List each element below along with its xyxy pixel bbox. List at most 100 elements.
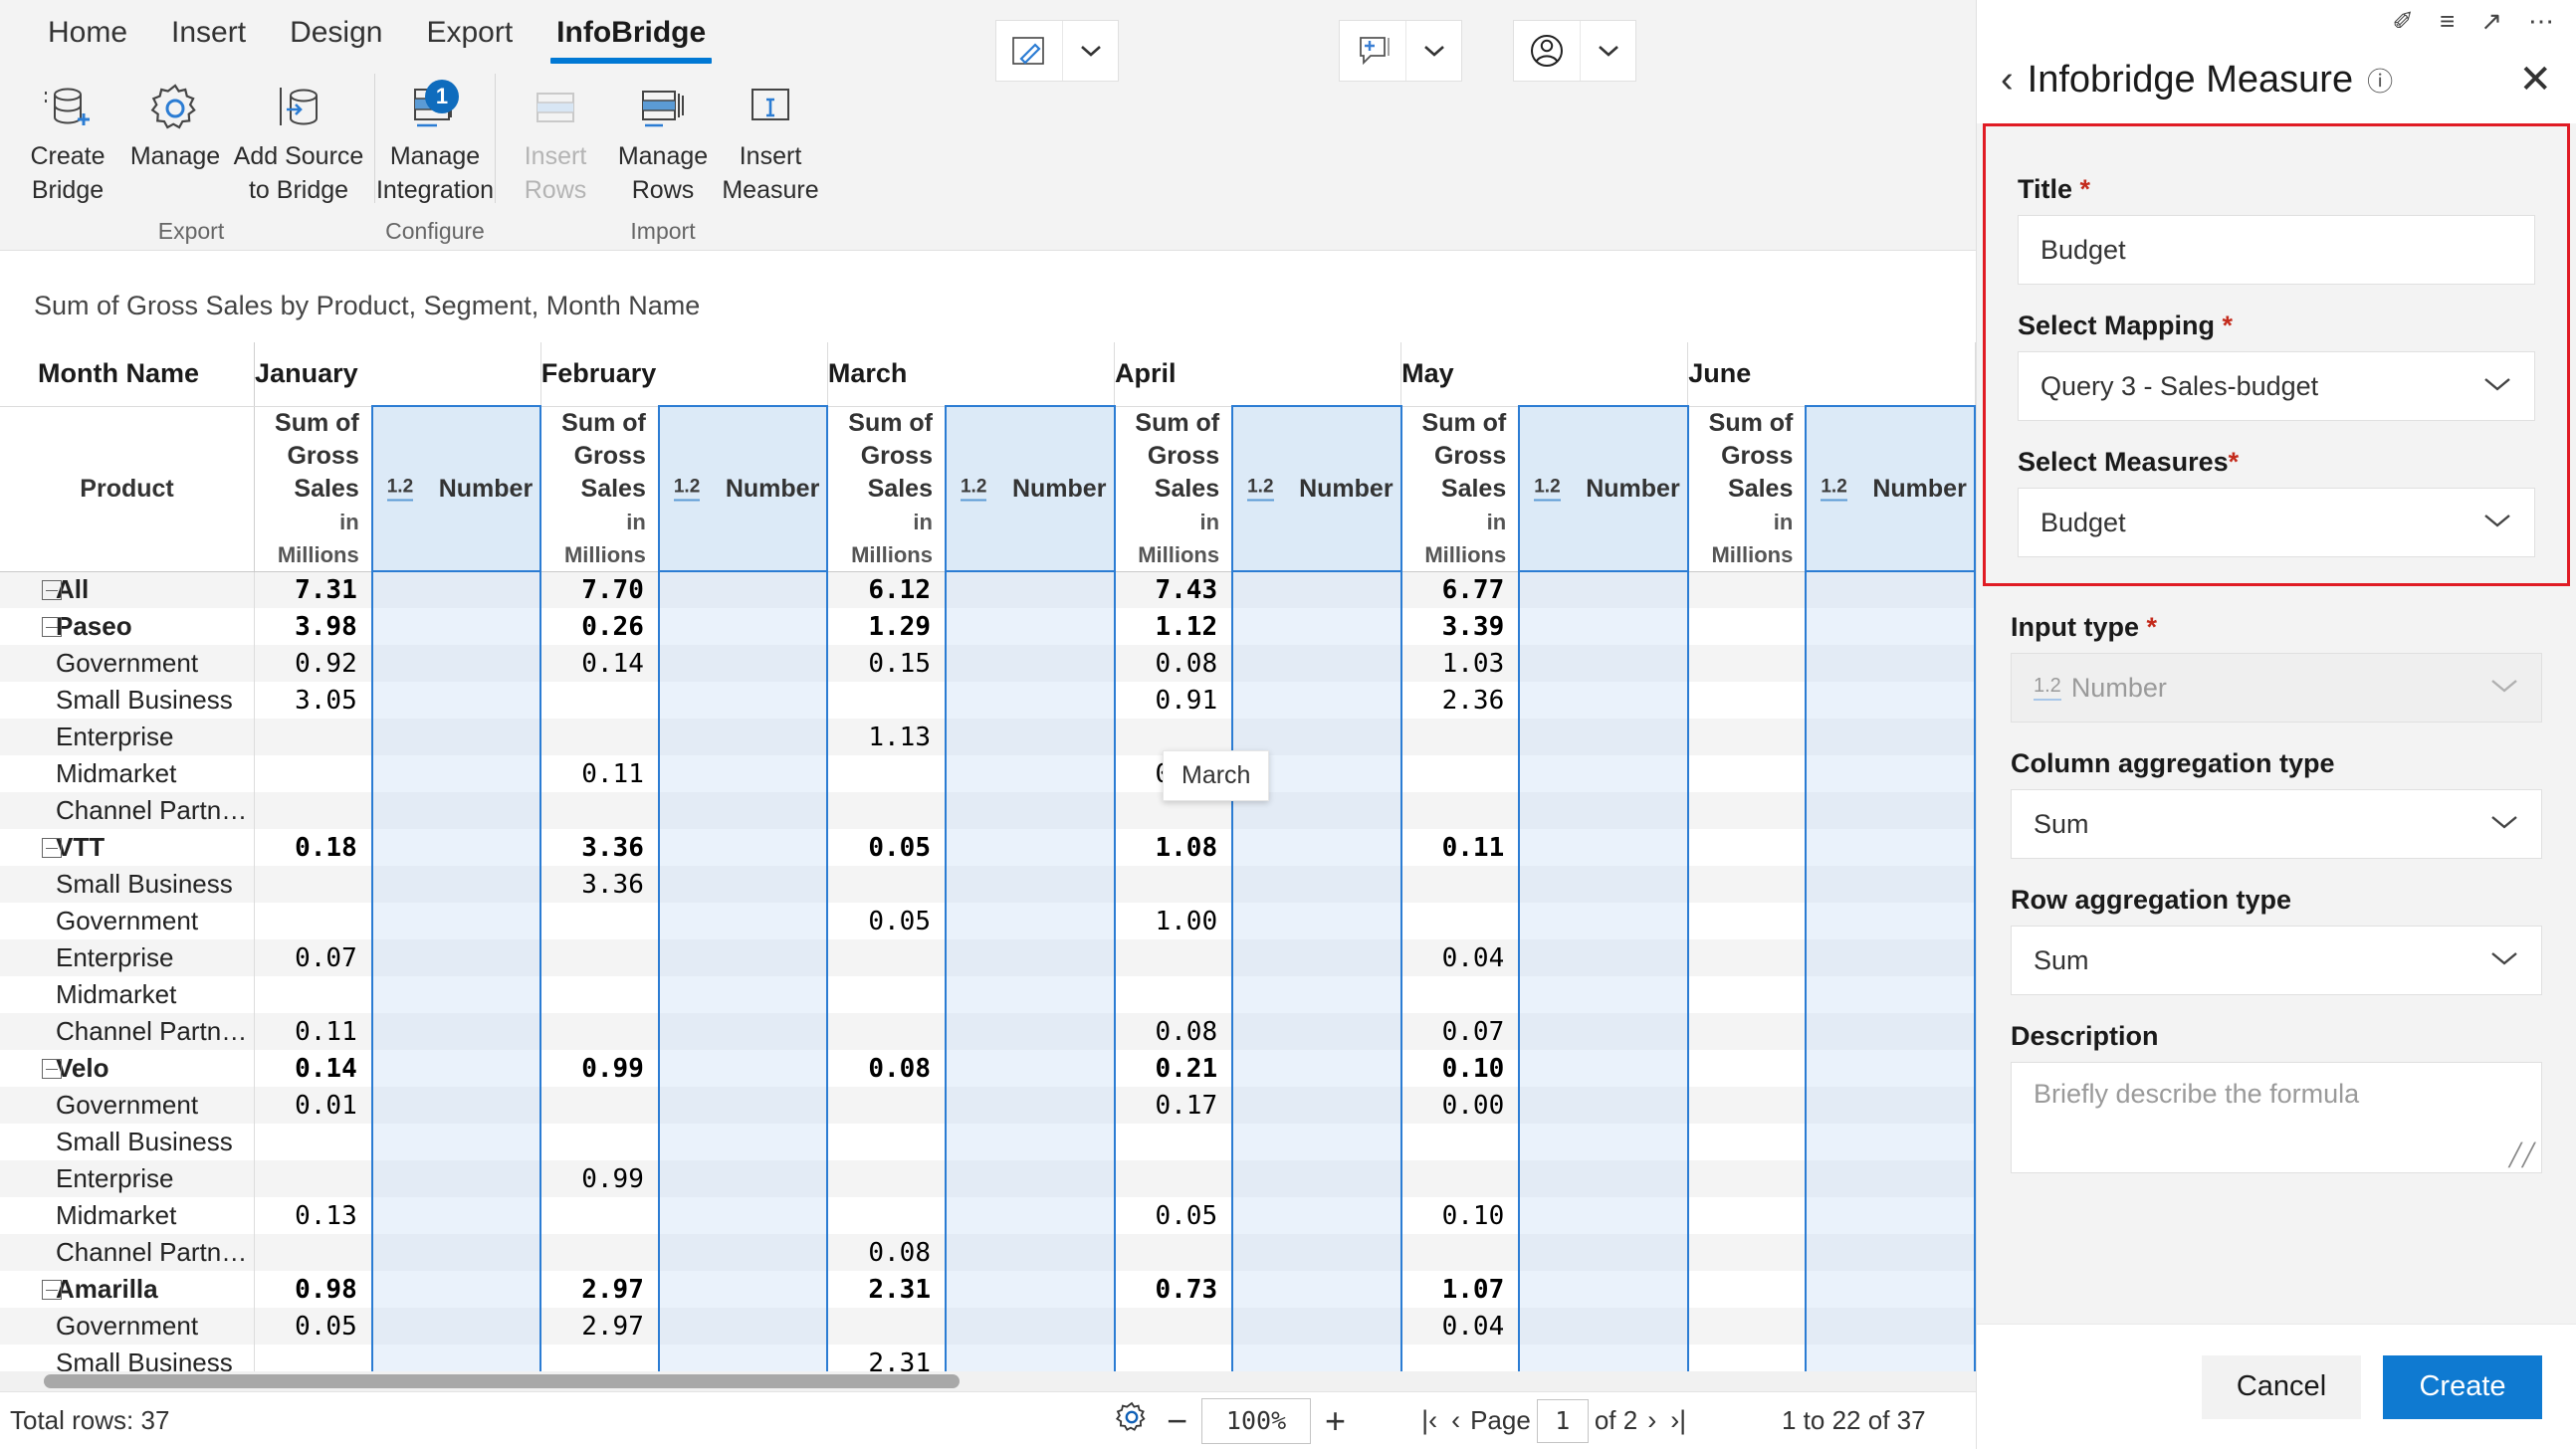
table-row[interactable]: Government 0.05 2.97 0.04 xyxy=(0,1308,1976,1345)
cell-inserted-measure[interactable] xyxy=(1231,829,1402,866)
cell-inserted-measure[interactable] xyxy=(1805,1197,1976,1234)
cell-value[interactable] xyxy=(540,1087,660,1124)
cell-inserted-measure[interactable] xyxy=(657,1087,829,1124)
cell-value[interactable] xyxy=(1687,571,1807,608)
cell-value[interactable] xyxy=(1687,792,1807,829)
cell-value[interactable] xyxy=(1687,1013,1807,1050)
previous-page-button[interactable]: ‹ xyxy=(1447,1405,1464,1436)
cell-inserted-measure[interactable] xyxy=(370,866,542,903)
cell-inserted-measure[interactable] xyxy=(370,1234,542,1271)
cell-value[interactable] xyxy=(1687,976,1807,1013)
cell-value[interactable] xyxy=(1400,866,1520,903)
cell-inserted-measure[interactable] xyxy=(657,1050,829,1087)
table-row[interactable]: Midmarket xyxy=(0,976,1976,1013)
cell-value[interactable] xyxy=(1400,792,1520,829)
cell-value[interactable] xyxy=(827,755,947,792)
cell-value[interactable] xyxy=(1400,1160,1520,1197)
table-row[interactable]: Channel Partn… 0.11 0.08 0.07 xyxy=(0,1013,1976,1050)
cell-inserted-measure[interactable] xyxy=(944,1308,1116,1345)
cell-inserted-measure[interactable] xyxy=(944,682,1116,719)
row-group-label[interactable]: Amarilla xyxy=(0,1271,256,1308)
ribbon-button-add-source-to-bridge[interactable]: Add Source to Bridge xyxy=(229,66,368,205)
grid-measure-header[interactable]: Sum of Gross Sales in Millions xyxy=(1400,406,1520,572)
cell-value[interactable] xyxy=(1687,1271,1807,1308)
collapse-expander-icon[interactable] xyxy=(42,837,62,858)
grid-column-header-month[interactable]: March xyxy=(827,342,1116,407)
cell-value[interactable] xyxy=(827,1013,947,1050)
cell-value[interactable]: 0.08 xyxy=(1114,1013,1233,1050)
chevron-down-icon[interactable] xyxy=(2489,946,2519,974)
cell-value[interactable]: 7.43 xyxy=(1114,571,1233,608)
cell-inserted-measure[interactable] xyxy=(1805,829,1976,866)
cell-inserted-measure[interactable] xyxy=(1231,682,1402,719)
cell-inserted-measure[interactable] xyxy=(1231,1160,1402,1197)
cell-inserted-measure[interactable] xyxy=(657,1345,829,1373)
cell-inserted-measure[interactable] xyxy=(657,1124,829,1160)
grid-measure-header[interactable]: Sum of Gross Sales in Millions xyxy=(1114,406,1233,572)
cell-value[interactable]: 0.17 xyxy=(1114,1087,1233,1124)
cell-inserted-measure[interactable] xyxy=(944,571,1116,608)
cell-value[interactable]: 0.11 xyxy=(254,1013,373,1050)
cell-value[interactable] xyxy=(1687,829,1807,866)
cell-inserted-measure[interactable] xyxy=(944,1234,1116,1271)
table-row[interactable]: Small Business 3.36 xyxy=(0,866,1976,903)
cell-inserted-measure[interactable] xyxy=(944,1013,1116,1050)
grid-column-header-month[interactable]: February xyxy=(540,342,828,407)
cell-value[interactable] xyxy=(1687,1124,1807,1160)
cell-value[interactable]: 0.91 xyxy=(1114,682,1233,719)
cell-value[interactable]: 0.07 xyxy=(254,939,373,976)
cell-inserted-measure[interactable] xyxy=(657,939,829,976)
cell-value[interactable] xyxy=(1687,719,1807,755)
cell-value[interactable]: 1.07 xyxy=(1400,1271,1520,1308)
cell-inserted-measure[interactable] xyxy=(1518,755,1689,792)
cell-value[interactable]: 0.11 xyxy=(1400,829,1520,866)
cell-value[interactable] xyxy=(827,682,947,719)
cell-inserted-measure[interactable] xyxy=(1231,866,1402,903)
cell-value[interactable] xyxy=(1400,1234,1520,1271)
cell-value[interactable] xyxy=(540,1345,660,1373)
cell-value[interactable] xyxy=(1687,1087,1807,1124)
page-number-input[interactable]: 1 xyxy=(1536,1398,1589,1443)
cell-value[interactable] xyxy=(827,1308,947,1345)
expand-icon[interactable]: ↗ xyxy=(2480,6,2502,37)
cell-value[interactable]: 3.05 xyxy=(254,682,373,719)
cell-value[interactable]: 0.08 xyxy=(827,1050,947,1087)
cell-inserted-measure[interactable] xyxy=(1231,1271,1402,1308)
cell-value[interactable]: 1.13 xyxy=(827,719,947,755)
cell-inserted-measure[interactable] xyxy=(1518,1345,1689,1373)
cell-inserted-measure[interactable] xyxy=(1518,903,1689,939)
cell-inserted-measure[interactable] xyxy=(944,1124,1116,1160)
cell-value[interactable] xyxy=(254,1160,373,1197)
cell-value[interactable]: 0.05 xyxy=(1114,1197,1233,1234)
cell-inserted-measure[interactable] xyxy=(370,976,542,1013)
grid-inserted-measure-header[interactable]: 1.2 Number xyxy=(370,405,542,572)
cell-value[interactable] xyxy=(540,903,660,939)
cell-value[interactable]: 0.05 xyxy=(254,1308,373,1345)
cell-value[interactable] xyxy=(1687,1234,1807,1271)
cell-value[interactable] xyxy=(827,792,947,829)
cell-inserted-measure[interactable] xyxy=(1805,866,1976,903)
row-group-label[interactable]: All xyxy=(0,571,256,608)
cell-inserted-measure[interactable] xyxy=(1518,719,1689,755)
cell-inserted-measure[interactable] xyxy=(370,1197,542,1234)
cell-value[interactable] xyxy=(1114,976,1233,1013)
cell-inserted-measure[interactable] xyxy=(1805,792,1976,829)
cell-value[interactable] xyxy=(1114,1308,1233,1345)
cell-inserted-measure[interactable] xyxy=(657,571,829,608)
cell-inserted-measure[interactable] xyxy=(1518,1087,1689,1124)
ribbon-tab-infobridge[interactable]: InfoBridge xyxy=(535,0,728,66)
cell-inserted-measure[interactable] xyxy=(1518,1271,1689,1308)
table-row[interactable]: Government 0.01 0.17 0.00 xyxy=(0,1087,1976,1124)
cell-inserted-measure[interactable] xyxy=(1518,1197,1689,1234)
cell-inserted-measure[interactable] xyxy=(944,1197,1116,1234)
cell-value[interactable] xyxy=(1114,1345,1233,1373)
cell-value[interactable]: 6.77 xyxy=(1400,571,1520,608)
table-row[interactable]: Enterprise 1.13 xyxy=(0,719,1976,755)
cell-value[interactable]: 0.08 xyxy=(1114,645,1233,682)
cell-value[interactable] xyxy=(1114,866,1233,903)
table-row[interactable]: Amarilla 0.98 2.97 2.31 0.73 1.07 xyxy=(0,1271,1976,1308)
account-dropdown-chevron-down-icon[interactable] xyxy=(1580,21,1635,81)
cancel-button[interactable]: Cancel xyxy=(2202,1354,2361,1419)
cell-value[interactable]: 0.08 xyxy=(827,1234,947,1271)
cell-value[interactable] xyxy=(1687,645,1807,682)
